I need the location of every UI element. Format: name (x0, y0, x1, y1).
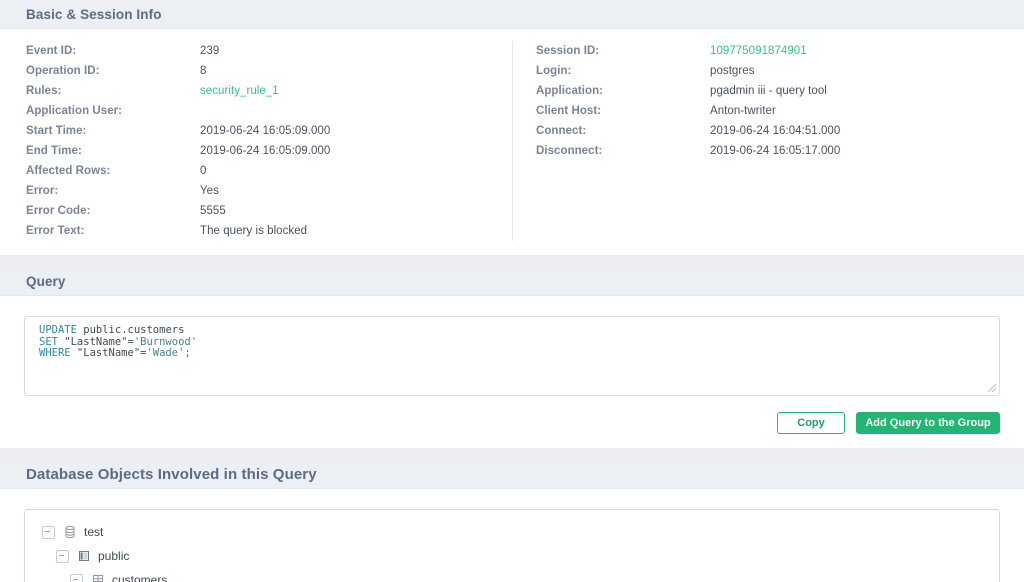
info-label: Operation ID: (26, 65, 100, 77)
resize-handle-icon[interactable] (986, 382, 997, 393)
event-details-page: Basic & Session Info Event ID: 239 Operati… (0, 0, 1024, 582)
section-divider-2 (0, 448, 1024, 460)
tree-node-label: test (84, 525, 104, 539)
query-panel: Query UPDATE public.customers SET "LastNa… (0, 267, 1024, 448)
info-row: Operation ID: 8 (26, 61, 512, 81)
basic-session-info-body: Event ID: 239 Operation ID: 8 Rules: security… (0, 29, 1024, 255)
info-row: Rules: security_rule_1 (26, 81, 512, 101)
tree-node-label: public (98, 549, 130, 563)
page-title: Basic & Session Info (26, 6, 162, 22)
copy-button[interactable]: Copy (777, 412, 845, 434)
section-divider-1 (0, 255, 1024, 267)
add-query-to-group-button[interactable]: Add Query to the Group (856, 412, 1000, 434)
basic-info-column: Event ID: 239 Operation ID: 8 Rules: security… (0, 41, 512, 241)
tree-node-label: customers (112, 573, 168, 582)
info-label: End Time: (26, 145, 82, 157)
info-row: Connect: 2019-06-24 16:04:51.000 (536, 121, 1024, 141)
info-label: Disconnect: (536, 145, 603, 157)
info-label: Event ID: (26, 45, 77, 57)
info-label: Client Host: (536, 105, 602, 117)
info-label: Start Time: (26, 125, 87, 137)
info-label: Application: (536, 85, 604, 97)
info-row: Application User: (26, 101, 512, 121)
info-label: Error: (26, 185, 59, 197)
info-label: Login: (536, 65, 572, 77)
info-row: Error Text: The query is blocked (26, 221, 512, 241)
info-row: Start Time: 2019-06-24 16:05:09.000 (26, 121, 512, 141)
basic-session-info-header: Basic & Session Info (0, 0, 1024, 29)
table-icon (91, 573, 105, 582)
info-value-link[interactable]: security_rule_1 (200, 85, 279, 97)
info-value: pgadmin iii - query tool (710, 85, 827, 97)
info-label: Error Code: (26, 205, 91, 217)
database-objects-title: Database Objects Involved in this Query (26, 465, 317, 483)
tree-node[interactable]: customers (25, 568, 999, 582)
info-value: 0 (200, 165, 207, 177)
query-body: UPDATE public.customers SET "LastName"='B… (0, 296, 1024, 448)
info-row: Error Code: 5555 (26, 201, 512, 221)
info-row: Affected Rows: 0 (26, 161, 512, 181)
info-value: The query is blocked (200, 225, 308, 237)
info-value: 8 (200, 65, 207, 77)
query-title: Query (26, 273, 66, 289)
info-label: Rules: (26, 85, 62, 97)
query-textarea[interactable]: UPDATE public.customers SET "LastName"='B… (24, 316, 1000, 396)
database-objects-header: Database Objects Involved in this Query (0, 460, 1024, 489)
info-value: 2019-06-24 16:05:09.000 (200, 125, 331, 137)
schema-icon (77, 549, 91, 563)
info-label: Error Text: (26, 225, 85, 237)
info-row: Error: Yes (26, 181, 512, 201)
info-value: 239 (200, 45, 220, 57)
info-value: 2019-06-24 16:05:17.000 (710, 145, 841, 157)
info-row: Session ID: 109775091874901 (536, 41, 1024, 61)
info-row: Event ID: 239 (26, 41, 512, 61)
info-row: End Time: 2019-06-24 16:05:09.000 (26, 141, 512, 161)
info-value: postgres (710, 65, 755, 77)
tree-node[interactable]: test (25, 520, 999, 544)
info-value-link[interactable]: 109775091874901 (710, 45, 807, 57)
info-label: Connect: (536, 125, 587, 137)
info-value: Yes (200, 185, 219, 197)
info-row: Application: pgadmin iii - query tool (536, 81, 1024, 101)
database-icon (63, 525, 77, 539)
sql-line: WHERE "LastName"='Wade'; (39, 347, 191, 359)
query-actions: Copy Add Query to the Group (24, 412, 1000, 434)
info-row: Client Host: Anton-twriter (536, 101, 1024, 121)
collapse-toggle-icon[interactable] (42, 525, 55, 539)
database-objects-panel: Database Objects Involved in this Query … (0, 460, 1024, 582)
info-value: 2019-06-24 16:05:09.000 (200, 145, 331, 157)
query-header: Query (0, 267, 1024, 296)
object-tree: testpubliccustomersLastName (24, 509, 1000, 582)
info-value: 2019-06-24 16:04:51.000 (710, 125, 841, 137)
info-row: Disconnect: 2019-06-24 16:05:17.000 (536, 141, 1024, 161)
info-label: Session ID: (536, 45, 600, 57)
info-value: Anton-twriter (710, 105, 776, 117)
database-objects-body: testpubliccustomersLastName (0, 489, 1024, 582)
collapse-toggle-icon[interactable] (70, 573, 83, 582)
info-label: Application User: (26, 105, 123, 117)
info-row: Login: postgres (536, 61, 1024, 81)
query-sql-text: UPDATE public.customers SET "LastName"='B… (39, 324, 989, 360)
basic-session-info-panel: Basic & Session Info Event ID: 239 Operati… (0, 0, 1024, 255)
info-value: 5555 (200, 205, 226, 217)
info-label: Affected Rows: (26, 165, 111, 177)
session-info-column: Session ID: 109775091874901 Login: postgres… (512, 41, 1024, 241)
tree-node[interactable]: public (25, 544, 999, 568)
collapse-toggle-icon[interactable] (56, 549, 69, 563)
